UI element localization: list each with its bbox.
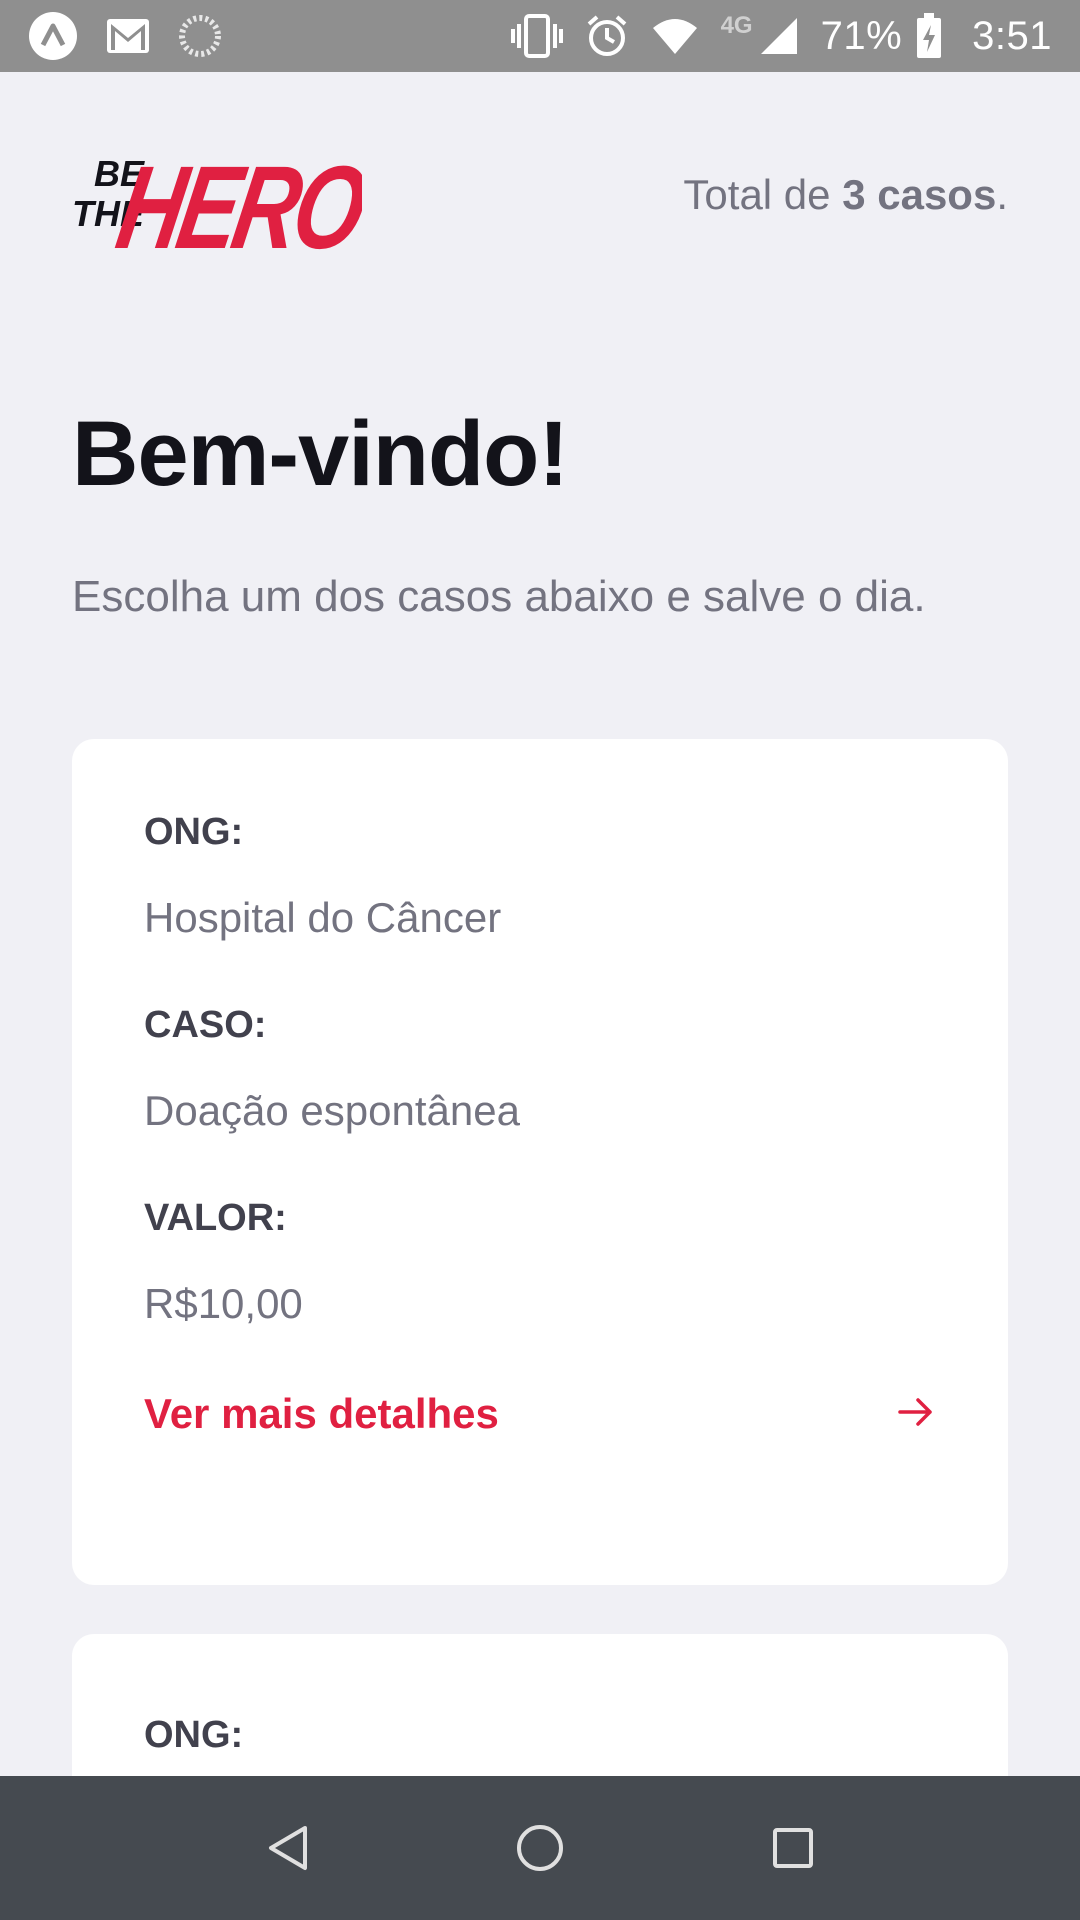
incident-card: ONG: Hospital do Câncer CASO: Doação esp… — [72, 739, 1008, 1585]
app-screen: BE THE HERO Total de 3 casos. Bem-vindo!… — [0, 72, 1080, 1776]
total-prefix: Total de — [683, 171, 843, 218]
home-button[interactable] — [500, 1808, 580, 1888]
be-the-hero-logo: BE THE HERO — [72, 130, 375, 274]
logo-hero-text: HERO — [109, 142, 362, 260]
recents-button[interactable] — [753, 1808, 833, 1888]
network-type: 4G — [720, 12, 753, 39]
back-icon — [268, 1826, 307, 1870]
gmail-icon — [106, 18, 150, 54]
incident-value-amount: R$10,00 — [144, 1280, 303, 1327]
status-bar: 4G 71% 3:51 — [0, 0, 1080, 72]
incident-card: ONG: — [72, 1634, 1008, 1776]
total-suffix: . — [996, 171, 1008, 218]
wifi-icon — [651, 16, 699, 56]
clock: 3:51 — [972, 13, 1052, 58]
vibrate-icon — [510, 14, 563, 58]
details-button-label: Ver mais detalhes — [144, 1390, 499, 1437]
recents-icon — [773, 1828, 814, 1868]
app-notification-icon — [28, 11, 78, 61]
page-title: Bem-vindo! — [72, 403, 569, 505]
total-count: 3 casos — [842, 171, 997, 218]
battery-percentage: 71% — [820, 13, 903, 58]
sync-icon — [178, 14, 222, 58]
back-button[interactable] — [247, 1808, 327, 1888]
incident-case-label: CASO: — [144, 1004, 267, 1046]
alarm-icon — [585, 14, 629, 58]
incident-ong-label: ONG: — [144, 1714, 244, 1756]
page-description: Escolha um dos casos abaixo e salve o di… — [72, 572, 926, 621]
home-icon — [516, 1825, 563, 1871]
header: BE THE HERO Total de 3 casos. — [72, 130, 1008, 274]
incident-case-value: Doação espontânea — [144, 1087, 520, 1134]
incident-ong-label: ONG: — [144, 811, 244, 853]
arrow-right-icon — [896, 1392, 936, 1437]
incident-value-label: VALOR: — [144, 1197, 287, 1239]
total-cases: Total de 3 casos. — [683, 171, 1008, 219]
incident-ong-value: Hospital do Câncer — [144, 894, 502, 941]
details-button[interactable]: Ver mais detalhes — [144, 1390, 936, 1438]
navigation-bar — [0, 1776, 1080, 1920]
battery-charging-icon — [916, 13, 942, 59]
signal-icon — [759, 16, 799, 56]
